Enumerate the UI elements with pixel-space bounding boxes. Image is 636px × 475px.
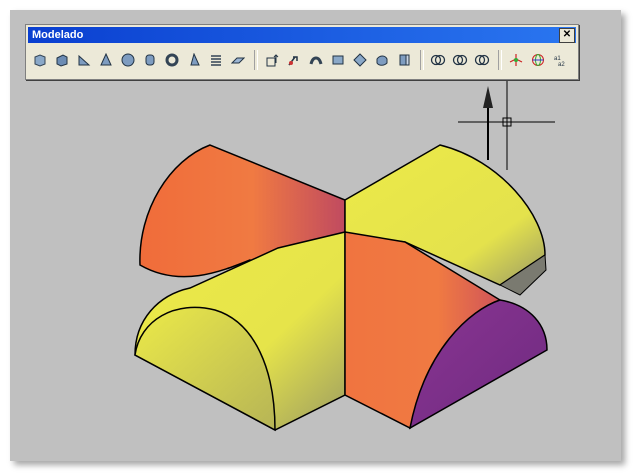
- 3d-rotate-icon[interactable]: [528, 50, 548, 70]
- polysolid-icon[interactable]: [30, 50, 50, 70]
- torus-icon[interactable]: [162, 50, 182, 70]
- 3d-move-icon[interactable]: [506, 50, 526, 70]
- sphere-icon[interactable]: [118, 50, 138, 70]
- modelado-toolbar[interactable]: Modelado ✕ a1 a2: [25, 24, 579, 80]
- drawing-viewport[interactable]: Modelado ✕ a1 a2: [10, 10, 621, 461]
- toolbar-title-bar[interactable]: Modelado ✕: [28, 27, 576, 43]
- intersect-icon[interactable]: [472, 50, 492, 70]
- extrude-icon[interactable]: [262, 50, 282, 70]
- close-button[interactable]: ✕: [559, 28, 575, 43]
- loft-icon[interactable]: [350, 50, 370, 70]
- ucs-z-arrow-icon: [483, 86, 493, 160]
- presspull-icon[interactable]: [284, 50, 304, 70]
- planar-surface-icon[interactable]: [228, 50, 248, 70]
- sweep-icon[interactable]: [306, 50, 326, 70]
- box-icon[interactable]: [52, 50, 72, 70]
- subtract-icon[interactable]: [450, 50, 470, 70]
- revolve-icon[interactable]: [328, 50, 348, 70]
- union-solid-icon[interactable]: [372, 50, 392, 70]
- 3d-align-icon[interactable]: a1 a2: [550, 50, 570, 70]
- crosshair-cursor: [458, 80, 555, 170]
- toolbar-separator: [254, 50, 258, 70]
- toolbar-buttons: a1 a2: [30, 47, 574, 73]
- subtract-solid-icon[interactable]: [394, 50, 414, 70]
- cylinder-icon[interactable]: [140, 50, 160, 70]
- pyramid-icon[interactable]: [184, 50, 204, 70]
- union-icon[interactable]: [428, 50, 448, 70]
- svg-text:a2: a2: [558, 62, 565, 67]
- toolbar-separator: [498, 50, 502, 70]
- wedge-icon[interactable]: [74, 50, 94, 70]
- toolbar-title: Modelado: [32, 29, 84, 41]
- helix-icon[interactable]: [206, 50, 226, 70]
- toolbar-separator: [420, 50, 424, 70]
- cone-icon[interactable]: [96, 50, 116, 70]
